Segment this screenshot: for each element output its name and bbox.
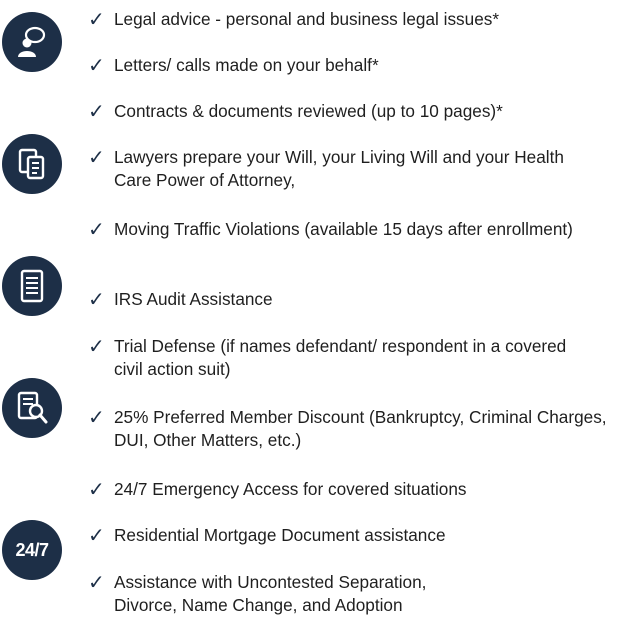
document-search-icon	[2, 378, 62, 438]
check-icon: ✓	[88, 53, 105, 77]
item-label: Contracts & documents reviewed (up to 10…	[114, 101, 503, 121]
item-label: 24/7 Emergency Access for covered situat…	[114, 479, 467, 499]
item-label: Letters/ calls made on your behalf*	[114, 55, 379, 75]
list-item: ✓ Assistance with Uncontested Separation…	[88, 571, 448, 617]
check-icon: ✓	[88, 287, 105, 311]
list-item: ✓ Residential Mortgage Document assistan…	[88, 524, 628, 547]
item-label: Assistance with Uncontested Separation, …	[114, 572, 427, 615]
item-label: Legal advice - personal and business leg…	[114, 9, 500, 29]
chat-person-icon	[2, 12, 62, 72]
item-label: 25% Preferred Member Discount (Bankruptc…	[114, 407, 607, 450]
check-icon: ✓	[88, 477, 105, 501]
list-item: ✓ Moving Traffic Violations (available 1…	[88, 218, 588, 241]
check-icon: ✓	[88, 334, 105, 358]
list-item: ✓ Lawyers prepare your Will, your Living…	[88, 146, 588, 192]
item-label: Trial Defense (if names defendant/ respo…	[114, 336, 567, 379]
list-item: ✓ Trial Defense (if names defendant/ res…	[88, 335, 568, 381]
check-icon: ✓	[88, 99, 105, 123]
check-icon: ✓	[88, 570, 105, 594]
24-7-icon-text: 24/7	[15, 539, 49, 560]
list-item: ✓ Letters/ calls made on your behalf*	[88, 54, 628, 77]
item-label: Lawyers prepare your Will, your Living W…	[114, 147, 564, 190]
item-label: Residential Mortgage Document assistance	[114, 525, 446, 545]
check-icon: ✓	[88, 405, 105, 429]
check-icon: ✓	[88, 145, 105, 169]
list-item: ✓ 25% Preferred Member Discount (Bankrup…	[88, 406, 628, 452]
list-item: ✓ IRS Audit Assistance	[88, 288, 628, 311]
check-icon: ✓	[88, 7, 105, 31]
item-label: Moving Traffic Violations (available 15 …	[114, 219, 573, 239]
24-7-icon: 24/7	[2, 520, 62, 580]
documents-icon	[2, 134, 62, 194]
list-item: ✓ Contracts & documents reviewed (up to …	[88, 100, 628, 123]
document-list-icon	[2, 256, 62, 316]
list-item: ✓ 24/7 Emergency Access for covered situ…	[88, 478, 628, 501]
check-icon: ✓	[88, 523, 105, 547]
item-label: IRS Audit Assistance	[114, 289, 273, 309]
list-item: ✓ Legal advice - personal and business l…	[88, 8, 628, 31]
check-icon: ✓	[88, 217, 105, 241]
